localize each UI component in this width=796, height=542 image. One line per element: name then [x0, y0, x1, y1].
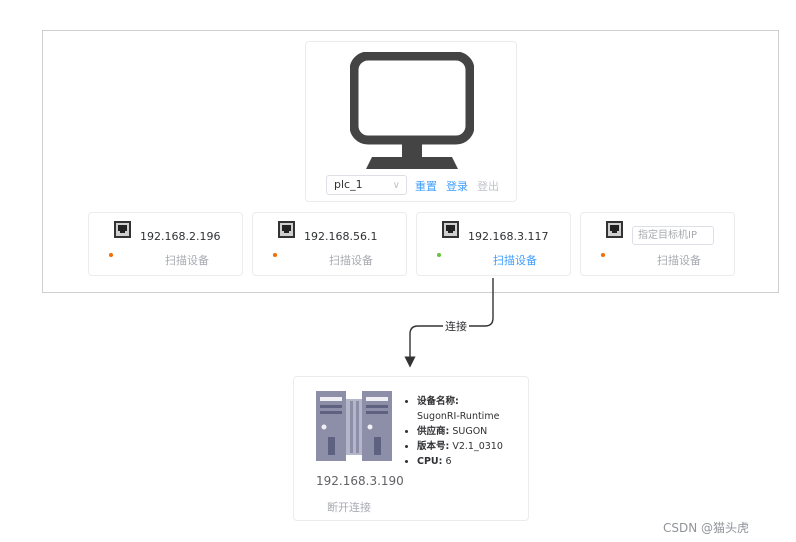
device-card: plc_1 ∨ 重置 登录 登出 [305, 41, 517, 202]
monitor-icon [350, 52, 474, 169]
info-key: 版本号: [417, 441, 450, 452]
disconnect-button[interactable]: 断开连接 [327, 499, 371, 515]
info-item-vendor: 供应商: SUGON [417, 424, 503, 439]
nic-ip: 192.168.56.1 [304, 230, 378, 243]
status-dot [273, 253, 277, 257]
status-dot [109, 253, 113, 257]
scan-devices-button[interactable]: 扫描设备 [329, 252, 373, 268]
info-value: SUGON [452, 426, 488, 437]
nic-card: 192.168.2.196 扫描设备 [88, 212, 243, 276]
login-button[interactable]: 登录 [446, 178, 468, 194]
nic-ip: 192.168.3.117 [468, 230, 549, 243]
chevron-down-icon: ∨ [392, 180, 400, 191]
connection-label: 连接 [443, 318, 469, 334]
info-value: V2.1_0310 [452, 441, 503, 452]
target-ip-placeholder: 指定目标机IP [638, 230, 697, 241]
ethernet-port-icon [442, 221, 459, 238]
nic-card: 指定目标机IP 扫描设备 [580, 212, 735, 276]
server-icon [316, 391, 392, 461]
target-ip-input[interactable]: 指定目标机IP [632, 226, 714, 245]
plc-select-value: plc_1 [334, 178, 363, 191]
watermark: CSDN @猫头虎 [663, 521, 750, 535]
status-dot [437, 253, 441, 257]
info-item-cpu: CPU: 6 [417, 454, 503, 469]
info-key: CPU: [417, 456, 443, 467]
info-key: 设备名称: [417, 396, 459, 407]
reset-button[interactable]: 重置 [415, 178, 437, 194]
plc-select[interactable]: plc_1 ∨ [326, 175, 407, 195]
info-value: SugonRI-Runtime [417, 411, 500, 422]
scan-devices-button[interactable]: 扫描设备 [165, 252, 209, 268]
info-key: 供应商: [417, 426, 450, 437]
nic-ip: 192.168.2.196 [140, 230, 221, 243]
nic-card-active: 192.168.3.117 扫描设备 [416, 212, 571, 276]
scan-devices-button[interactable]: 扫描设备 [493, 252, 537, 268]
status-dot [601, 253, 605, 257]
ethernet-port-icon [114, 221, 131, 238]
nic-card: 192.168.56.1 扫描设备 [252, 212, 407, 276]
info-value: 6 [445, 456, 452, 467]
scan-devices-button[interactable]: 扫描设备 [657, 252, 701, 268]
ethernet-port-icon [278, 221, 295, 238]
runtime-info-list: 设备名称: SugonRI-Runtime 供应商: SUGON 版本号: V2… [405, 394, 503, 469]
runtime-ip: 192.168.3.190 [316, 474, 404, 488]
logout-button[interactable]: 登出 [477, 178, 499, 194]
ethernet-port-icon [606, 221, 623, 238]
info-item-version: 版本号: V2.1_0310 [417, 439, 503, 454]
info-item-name: 设备名称: SugonRI-Runtime [417, 394, 503, 424]
runtime-card: 192.168.3.190 断开连接 设备名称: SugonRI-Runtime… [293, 376, 529, 521]
